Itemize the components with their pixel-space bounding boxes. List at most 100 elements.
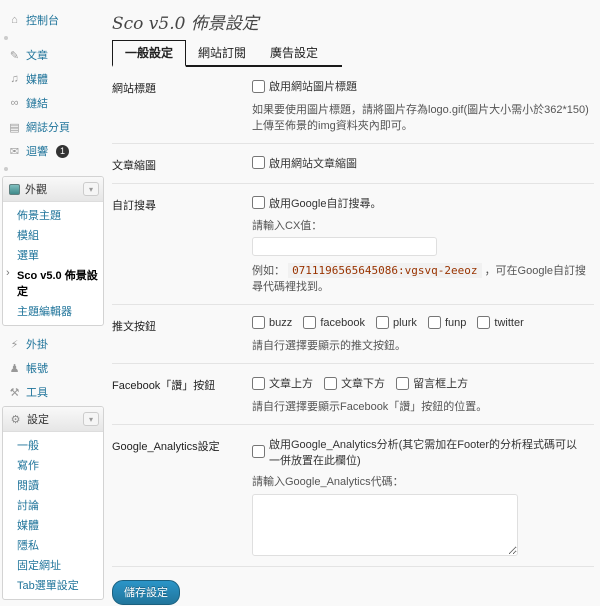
sidebar-item-dashboard[interactable]: ⌂ 控制台 xyxy=(0,8,106,32)
links-icon: ∞ xyxy=(10,97,19,109)
settings-icon: ⚙ xyxy=(10,413,21,426)
sidebar-item-label: 外觀 xyxy=(25,184,47,196)
sidebar-item-links[interactable]: ∞ 鏈結 xyxy=(0,91,106,115)
settings-submenu: 一般 寫作 閱讀 討論 媒體 隱私 固定網址 Tab選單設定 xyxy=(3,432,103,599)
like-above-post-checkbox[interactable] xyxy=(252,376,265,390)
like-above-post-option[interactable]: 文章上方 xyxy=(252,375,313,391)
buzz-option[interactable]: buzz xyxy=(252,316,292,329)
sidebar-item-appearance[interactable]: 外觀 ▾ xyxy=(3,177,103,202)
like-above-comment-checkbox[interactable] xyxy=(396,376,410,390)
row-tweet-buttons: 推文按鈕 buzz facebook plurk funp twitter 請自… xyxy=(112,305,594,364)
enable-image-title-option[interactable]: 啟用網站圖片標題 xyxy=(252,78,357,94)
example-code: 0711196565645086:vgsvq-2eeoz xyxy=(288,263,482,278)
chevron-down-icon[interactable]: ▾ xyxy=(83,182,99,196)
checkbox-label: 啟用Google_Analytics分析(其它需加在Footer的分析程式碼可以… xyxy=(269,438,578,467)
enable-image-title-checkbox[interactable] xyxy=(252,79,265,93)
field-label: Facebook「讚」按鈕 xyxy=(112,380,216,392)
sidebar-item-pages[interactable]: ▤ 網誌分頁 xyxy=(0,115,106,139)
checkbox-label: 啟用Google自訂搜尋。 xyxy=(269,197,382,210)
sidebar-item-themes[interactable]: 佈景主題 xyxy=(3,205,103,225)
enable-thumbnail-checkbox[interactable] xyxy=(252,156,265,169)
sidebar-item-tools[interactable]: ⚒ 工具 xyxy=(0,380,106,404)
enable-analytics-option[interactable]: 啟用Google_Analytics分析(其它需加在Footer的分析程式碼可以… xyxy=(252,436,586,468)
row-google-analytics: Google_Analytics設定 啟用Google_Analytics分析(… xyxy=(112,425,594,567)
plugins-icon: ⚡ xyxy=(10,338,19,351)
sidebar-item-label: 網誌分頁 xyxy=(26,122,70,134)
sidebar-item-users[interactable]: ♟ 帳號 xyxy=(0,356,106,380)
like-below-post-option[interactable]: 文章下方 xyxy=(324,375,385,391)
sidebar-item-label: 控制台 xyxy=(26,15,59,27)
buzz-checkbox[interactable] xyxy=(252,316,265,329)
cx-value-input[interactable] xyxy=(252,237,437,256)
sidebar-item-sco-theme-settings[interactable]: Sco v5.0 佈景設定 xyxy=(3,265,103,301)
sidebar-item-permalinks[interactable]: 固定網址 xyxy=(3,555,103,575)
plurk-option[interactable]: plurk xyxy=(376,316,417,329)
sidebar-item-media-settings[interactable]: 媒體 xyxy=(3,515,103,535)
like-above-comment-option[interactable]: 留言框上方 xyxy=(396,375,468,391)
enable-google-search-option[interactable]: 啟用Google自訂搜尋。 xyxy=(252,195,381,211)
enable-analytics-checkbox[interactable] xyxy=(252,445,265,458)
like-below-post-checkbox[interactable] xyxy=(324,376,338,390)
sidebar-item-writing[interactable]: 寫作 xyxy=(3,455,103,475)
twitter-option[interactable]: twitter xyxy=(477,316,524,329)
sidebar-item-reading[interactable]: 閱讀 xyxy=(3,475,103,495)
facebook-option[interactable]: facebook xyxy=(303,316,365,329)
field-description: 請自行選擇要顯示Facebook「讚」按鈕的位置。 xyxy=(252,400,488,413)
sidebar-item-label: 設定 xyxy=(27,414,49,426)
analytics-code-textarea[interactable] xyxy=(252,493,518,556)
sidebar-item-privacy[interactable]: 隱私 xyxy=(3,535,103,555)
sidebar-item-label: 工具 xyxy=(26,387,48,399)
sidebar-item-label: 媒體 xyxy=(26,74,48,86)
checkbox-label: 啟用網站文章縮圖 xyxy=(269,157,357,170)
funp-option[interactable]: funp xyxy=(427,316,467,329)
sidebar-item-settings[interactable]: ⚙ 設定 ▾ xyxy=(3,407,103,432)
funp-checkbox[interactable] xyxy=(427,316,441,329)
field-label: 推文按鈕 xyxy=(112,321,156,333)
sidebar-item-plugins[interactable]: ⚡ 外掛 xyxy=(0,332,106,356)
tab-site-subscription[interactable]: 網站訂閱 xyxy=(186,41,258,65)
save-settings-button[interactable]: 儲存設定 xyxy=(112,579,180,605)
enable-thumbnail-option[interactable]: 啟用網站文章縮圖 xyxy=(252,155,357,171)
plurk-checkbox[interactable] xyxy=(376,316,390,329)
row-facebook-like: Facebook「讚」按鈕 文章上方 文章下方 留言框上方 請自行選擇要顯示Fa… xyxy=(112,364,594,425)
sidebar-item-posts[interactable]: ✎ 文章 xyxy=(0,43,106,67)
sidebar-item-theme-editor[interactable]: 主題編輯器 xyxy=(3,301,103,321)
analytics-input-label: 請輸入Google_Analytics代碼： xyxy=(252,475,404,488)
sidebar-item-label: 鏈結 xyxy=(26,98,48,110)
sidebar-item-media[interactable]: ♫ 媒體 xyxy=(0,67,106,91)
chevron-down-icon[interactable]: ▾ xyxy=(83,412,99,426)
sidebar-item-label: 帳號 xyxy=(26,363,48,375)
field-label: Google_Analytics設定 xyxy=(112,440,220,453)
sidebar-item-comments[interactable]: ✉ 迴響 1 xyxy=(0,139,106,163)
row-site-title: 網站標題 啟用網站圖片標題 如果要使用圖片標題，請將圖片存為logo.gif(圖… xyxy=(112,67,594,144)
checkbox-label: funp xyxy=(444,316,467,329)
checkbox-label: 文章下方 xyxy=(341,378,386,390)
settings-form: 網站標題 啟用網站圖片標題 如果要使用圖片標題，請將圖片存為logo.gif(圖… xyxy=(112,67,594,567)
row-custom-search: 自訂搜尋 啟用Google自訂搜尋。 請輸入CX值： 例如： 071119656… xyxy=(112,184,594,305)
comments-count-badge: 1 xyxy=(56,144,69,158)
checkbox-label: facebook xyxy=(320,316,365,329)
page-title: Sco v5.0 佈景設定 xyxy=(112,14,259,34)
enable-google-search-checkbox[interactable] xyxy=(252,196,265,209)
sidebar-item-label: 外掛 xyxy=(26,339,48,351)
twitter-checkbox[interactable] xyxy=(477,316,491,329)
checkbox-label: plurk xyxy=(393,316,417,329)
sidebar-item-widgets[interactable]: 模組 xyxy=(3,225,103,245)
sidebar-separator[interactable] xyxy=(0,163,106,174)
tab-general-settings[interactable]: 一般設定 xyxy=(112,40,187,67)
appearance-icon xyxy=(9,183,20,195)
appearance-submenu: 佈景主題 模組 選單 Sco v5.0 佈景設定 主題編輯器 xyxy=(3,202,103,325)
home-icon: ⌂ xyxy=(11,14,18,26)
tab-ad-settings[interactable]: 廣告設定 xyxy=(258,41,330,65)
sidebar-item-discussion[interactable]: 討論 xyxy=(3,495,103,515)
comments-icon: ✉ xyxy=(9,145,20,158)
sidebar-item-menus[interactable]: 選單 xyxy=(3,245,103,265)
facebook-checkbox[interactable] xyxy=(303,316,317,329)
sidebar-item-tab-menu-settings[interactable]: Tab選單設定 xyxy=(3,575,103,595)
cx-input-label: 請輸入CX值： xyxy=(252,220,323,232)
checkbox-label: twitter xyxy=(494,316,524,329)
sidebar-separator[interactable] xyxy=(0,32,106,43)
field-description: 請自行選擇要顯示的推文按鈕。 xyxy=(252,340,406,352)
sidebar-item-label: 迴響 xyxy=(26,146,48,158)
sidebar-item-general[interactable]: 一般 xyxy=(3,435,103,455)
